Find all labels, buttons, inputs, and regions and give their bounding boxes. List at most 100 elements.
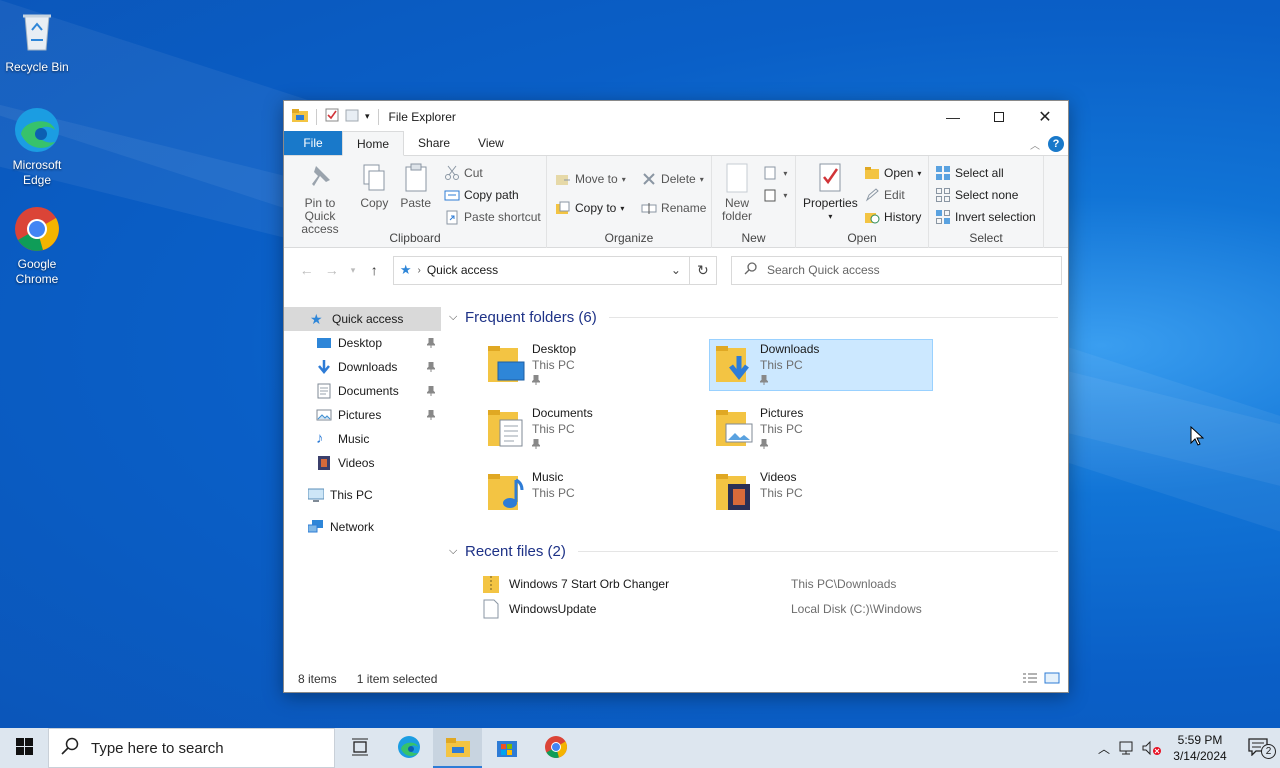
copy-icon [358,162,390,194]
pictures-folder-icon [714,406,754,450]
pictures-icon [316,407,332,423]
taskbar-store-button[interactable] [482,728,531,768]
recent-locations-icon[interactable]: ▾ [344,265,361,276]
title-bar[interactable]: ▾ File Explorer — ✕ [284,101,1068,132]
forward-arrow-icon[interactable]: → [319,262,344,278]
tab-view[interactable]: View [464,131,518,155]
properties-qat-icon[interactable] [325,108,339,125]
up-arrow-icon[interactable]: ↑ [362,262,387,278]
nav-item-this-pc[interactable]: This PC [284,483,441,507]
collapse-ribbon-icon[interactable]: ︿ [1030,137,1040,152]
documents-folder-icon [486,406,526,450]
volume-muted-icon[interactable] [1140,740,1164,756]
taskbar-file-explorer-button[interactable] [433,728,482,768]
desktop-folder-icon [486,342,526,386]
address-dropdown-icon[interactable]: ⌄ [663,263,689,277]
refresh-icon[interactable]: ↻ [689,255,717,285]
network-tray-icon[interactable] [1116,740,1140,756]
nav-item-downloads[interactable]: Downloads [284,355,441,379]
taskbar-chrome-button[interactable] [531,728,580,768]
tab-share[interactable]: Share [404,131,464,155]
notification-count-badge: 2 [1261,743,1276,759]
desktop-icon-chrome[interactable]: Google Chrome [2,205,72,287]
computer-icon [307,487,325,503]
folder-tile-downloads[interactable]: Downloads This PC [709,339,933,391]
clock[interactable]: 5:59 PM 3/14/2024 [1164,732,1236,764]
frequent-folders-header[interactable]: ⌵ Frequent folders (6) [449,305,1058,329]
tab-home[interactable]: Home [342,131,405,156]
nav-item-network[interactable]: Network [284,515,441,539]
nav-item-videos[interactable]: Videos [284,451,441,475]
cut-button[interactable]: Cut [444,162,541,184]
open-button[interactable]: Open ▾ [864,162,921,184]
qat-dropdown-icon[interactable]: ▾ [365,111,370,122]
frequent-folders-grid: Desktop This PC Downloads This PC Document… [481,339,1058,519]
pin-icon [425,409,437,420]
recent-files-header[interactable]: ⌵ Recent files (2) [449,539,1058,563]
new-folder-button[interactable]: New folder [716,162,758,223]
edit-button[interactable]: Edit [864,184,921,206]
address-path: Quick access [426,263,499,277]
recent-file-row[interactable]: WindowsUpdate Local Disk (C:)\Windows [481,596,1058,621]
nav-item-pictures[interactable]: Pictures [284,403,441,427]
new-group: New folder ▾ ▾ New [712,156,796,248]
history-button[interactable]: History [864,206,921,228]
invert-selection-button[interactable]: Invert selection [935,206,1036,228]
nav-item-documents[interactable]: Documents [284,379,441,403]
folder-tile-pictures[interactable]: Pictures This PC [709,403,933,455]
copy-button[interactable]: Copy [355,162,393,210]
easy-access-button[interactable]: ▾ [763,184,787,206]
taskbar-search-placeholder: Type here to search [91,739,224,757]
back-arrow-icon[interactable]: ← [294,262,319,278]
taskbar-edge-button[interactable] [384,728,433,768]
mouse-cursor-icon [1190,425,1205,449]
show-hidden-icons-chevron-icon[interactable]: ︿ [1092,740,1116,757]
new-folder-qat-icon[interactable] [345,108,359,125]
action-center-button[interactable]: 2 [1236,737,1280,759]
taskbar: Type here to search ︿ 5:59 PM 3/14/2024 … [0,728,1280,768]
pin-icon [425,385,437,396]
address-bar[interactable]: ★ › Quick access ⌄ [392,255,690,285]
new-item-button[interactable]: ▾ [763,162,787,184]
copy-path-button[interactable]: Copy path [444,184,541,206]
copy-to-button[interactable]: Copy to ▾ [555,197,626,219]
ribbon: Pin to Quick access Copy Paste Cut Copy … [284,156,1068,248]
properties-button[interactable]: Properties ▾ [800,162,861,223]
paste-button[interactable]: Paste [397,162,435,210]
folder-tile-music[interactable]: Music This PC [481,467,705,519]
taskbar-search-box[interactable]: Type here to search [48,728,335,768]
recent-file-row[interactable]: Windows 7 Start Orb Changer This PC\Down… [481,571,1058,596]
task-view-button[interactable] [335,728,384,768]
move-to-button[interactable]: Move to ▾ [555,168,626,190]
search-input[interactable]: Search Quick access [730,255,1063,285]
minimize-button[interactable]: — [930,101,976,132]
file-icon [481,599,501,619]
nav-item-music[interactable]: ♪ Music [284,427,441,451]
delete-button[interactable]: Delete ▾ [641,168,706,190]
desktop-icon-edge[interactable]: Microsoft Edge [2,106,72,188]
desktop-icon-recycle-bin[interactable]: Recycle Bin [2,8,72,75]
content-pane: ⌵ Frequent folders (6) Desktop This PC Do… [441,299,1068,666]
paste-shortcut-button[interactable]: Paste shortcut [444,206,541,228]
large-icons-view-icon[interactable] [1044,672,1060,687]
start-button[interactable] [0,728,48,768]
folder-tile-videos[interactable]: Videos This PC [709,467,933,519]
status-item-count: 8 items [298,672,337,686]
maximize-button[interactable] [976,101,1022,132]
store-icon [496,736,518,761]
select-none-button[interactable]: Select none [935,184,1036,206]
pin-to-quick-access-button[interactable]: Pin to Quick access [288,162,352,236]
nav-item-quick-access[interactable]: ★ Quick access [284,307,441,331]
details-view-icon[interactable] [1022,672,1038,687]
network-icon [307,519,324,535]
tab-file[interactable]: File [284,131,342,155]
recent-files-list: Windows 7 Start Orb Changer This PC\Down… [481,571,1058,621]
folder-tile-documents[interactable]: Documents This PC [481,403,705,455]
help-icon[interactable]: ? [1048,136,1064,152]
close-button[interactable]: ✕ [1022,101,1068,132]
select-all-button[interactable]: Select all [935,162,1036,184]
nav-item-desktop[interactable]: Desktop [284,331,441,355]
folder-tile-desktop[interactable]: Desktop This PC [481,339,705,391]
chrome-icon [544,735,568,762]
rename-button[interactable]: Rename [641,197,706,219]
